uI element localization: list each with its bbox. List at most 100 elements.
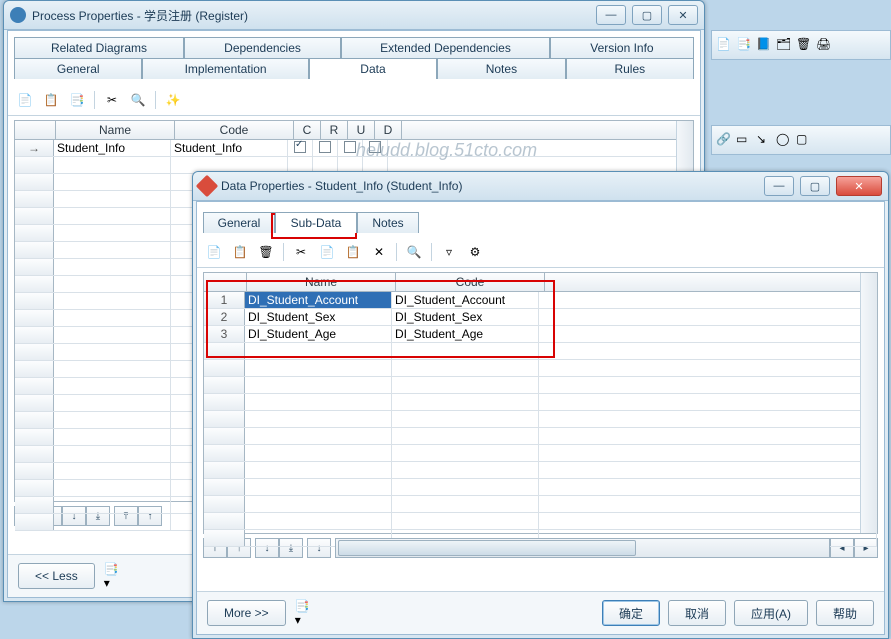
tabs: Related Diagrams Dependencies Extended D… [14, 37, 694, 79]
filter-icon[interactable]: ▿ [438, 241, 460, 263]
cell-code[interactable]: DI_Student_Age [392, 326, 539, 342]
help-button[interactable]: 帮助 [816, 600, 874, 626]
grid-header-name[interactable]: Name [56, 121, 175, 139]
tab-implementation[interactable]: Implementation [142, 58, 308, 79]
vertical-scrollbar[interactable] [860, 273, 877, 533]
tab-general[interactable]: General [14, 58, 142, 79]
paste-icon[interactable]: 📋 [342, 241, 364, 263]
grid-header-d[interactable]: D [375, 121, 402, 139]
tab-dependencies[interactable]: Dependencies [184, 37, 341, 58]
table-row[interactable]: → Student_Info Student_Info [15, 140, 693, 157]
tool-insert-icon[interactable]: 📋 [229, 241, 251, 263]
ok-button[interactable]: 确定 [602, 600, 660, 626]
bg-icon: 📄 [716, 37, 732, 53]
tool-new-icon[interactable]: 📄 [14, 89, 36, 111]
cut-icon[interactable]: ✂ [101, 89, 123, 111]
toolbar: 📄 📋 📑 ✂ 🔍 ✨ [8, 85, 700, 116]
table-row[interactable] [204, 377, 877, 394]
less-button[interactable]: << Less [18, 563, 95, 589]
cell-code[interactable]: Student_Info [171, 140, 288, 156]
table-row[interactable]: 2 DI_Student_Sex DI_Student_Sex [204, 309, 877, 326]
titlebar[interactable]: Process Properties - 学员注册 (Register) — ▢… [4, 1, 704, 30]
background-toolbar-1: 📄 📑 📘 🗂 🗑 🖨 [711, 30, 891, 60]
tab-rules[interactable]: Rules [566, 58, 694, 79]
checkbox-icon[interactable] [344, 141, 356, 153]
minimize-button[interactable]: — [596, 5, 626, 25]
table-row[interactable]: 3 DI_Student_Age DI_Student_Age [204, 326, 877, 343]
bg-icon: 📘 [756, 37, 772, 53]
cell-name[interactable]: Student_Info [54, 140, 171, 156]
grid-header-rownum[interactable] [204, 273, 247, 291]
tab-extended-dependencies[interactable]: Extended Dependencies [341, 37, 550, 58]
separator [155, 91, 156, 109]
grid-header-u[interactable]: U [348, 121, 375, 139]
table-row[interactable] [204, 445, 877, 462]
minimize-button[interactable]: — [764, 176, 794, 196]
cell-name[interactable]: DI_Student_Age [245, 326, 392, 342]
more-button[interactable]: More >> [207, 600, 286, 626]
grid-header-name[interactable]: Name [247, 273, 396, 291]
table-row[interactable] [204, 411, 877, 428]
tool-delete-icon[interactable]: 🗑 [255, 241, 277, 263]
find-icon[interactable]: 🔍 [127, 89, 149, 111]
copy-icon[interactable]: 📄 [316, 241, 338, 263]
checkbox-icon[interactable] [294, 141, 306, 153]
table-row[interactable] [204, 428, 877, 445]
table-row[interactable] [204, 360, 877, 377]
table-row[interactable] [204, 513, 877, 530]
tool-wizard-icon[interactable]: ✨ [162, 89, 184, 111]
bg-icon: 🖨 [816, 37, 832, 53]
cell-r[interactable] [313, 140, 338, 156]
subdata-grid[interactable]: Name Code 1 DI_Student_Account DI_Studen… [203, 272, 878, 534]
titlebar[interactable]: Data Properties - Student_Info (Student_… [193, 172, 888, 201]
window-title: Data Properties - Student_Info (Student_… [221, 179, 764, 193]
tab-notes[interactable]: Notes [437, 58, 565, 79]
tab-data[interactable]: Data [309, 58, 437, 79]
grid-header-rownum[interactable] [15, 121, 56, 139]
grid-header-r[interactable]: R [321, 121, 348, 139]
grid-header-code[interactable]: Code [175, 121, 294, 139]
table-row[interactable]: 1 DI_Student_Account DI_Student_Account [204, 292, 877, 309]
checkbox-icon[interactable] [319, 141, 331, 153]
tab-version-info[interactable]: Version Info [550, 37, 694, 58]
tool-insert-icon[interactable]: 📋 [40, 89, 62, 111]
tab-sub-data[interactable]: Sub-Data [275, 212, 357, 233]
tab-general[interactable]: General [203, 212, 275, 233]
tab-related-diagrams[interactable]: Related Diagrams [14, 37, 184, 58]
cut-icon[interactable]: ✂ [290, 241, 312, 263]
maximize-button[interactable]: ▢ [800, 176, 830, 196]
cell-u[interactable] [338, 140, 363, 156]
cell-code[interactable]: DI_Student_Sex [392, 309, 539, 325]
checkbox-icon[interactable] [369, 141, 381, 153]
close-button[interactable]: ✕ [668, 5, 698, 25]
cancel-button[interactable]: 取消 [668, 600, 726, 626]
table-row[interactable] [204, 496, 877, 513]
cell-code[interactable]: DI_Student_Account [392, 292, 539, 308]
cell-c[interactable] [288, 140, 313, 156]
find-icon[interactable]: 🔍 [403, 241, 425, 263]
delete-icon[interactable]: ✕ [368, 241, 390, 263]
customize-icon[interactable]: ⚙ [464, 241, 486, 263]
grid-header-c[interactable]: C [294, 121, 321, 139]
horizontal-scrollbar[interactable] [335, 538, 830, 558]
cell-d[interactable] [363, 140, 388, 156]
cell-name[interactable]: DI_Student_Sex [245, 309, 392, 325]
table-row[interactable] [204, 462, 877, 479]
footer-tool-icon[interactable]: 📑▾ [103, 565, 125, 587]
window-title: Process Properties - 学员注册 (Register) [32, 7, 596, 24]
footer-tool-icon[interactable]: 📑▾ [294, 602, 316, 624]
grid-header-code[interactable]: Code [396, 273, 545, 291]
table-row[interactable] [204, 479, 877, 496]
data-properties-window: Data Properties - Student_Info (Student_… [192, 171, 889, 639]
table-row[interactable] [204, 394, 877, 411]
tool-new-icon[interactable]: 📄 [203, 241, 225, 263]
cell-name[interactable]: DI_Student_Account [245, 292, 392, 308]
maximize-button[interactable]: ▢ [632, 5, 662, 25]
close-button[interactable]: ✕ [836, 176, 882, 196]
table-row[interactable] [204, 343, 877, 360]
scrollbar-thumb[interactable] [338, 540, 636, 556]
tab-notes[interactable]: Notes [357, 212, 419, 233]
tool-list-icon[interactable]: 📑 [66, 89, 88, 111]
apply-button[interactable]: 应用(A) [734, 600, 808, 626]
separator [283, 243, 284, 261]
